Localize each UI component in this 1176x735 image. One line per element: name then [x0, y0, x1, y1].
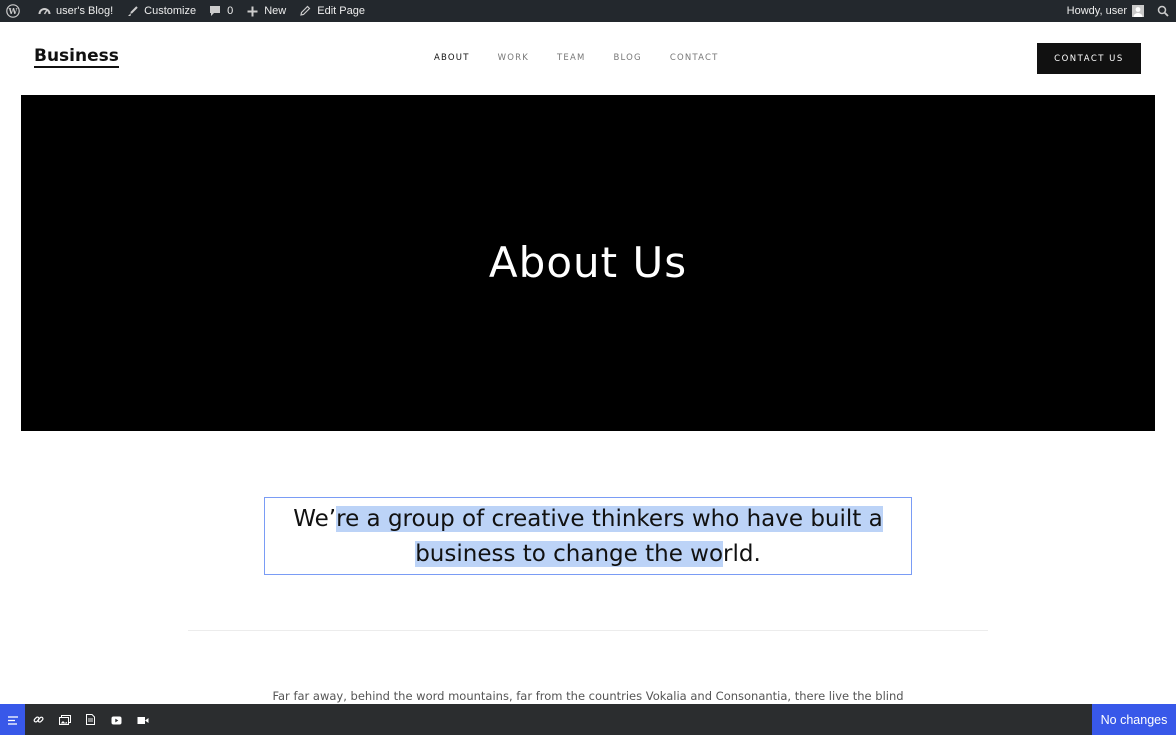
- video-tool-button[interactable]: [130, 704, 155, 735]
- admin-bar: W user's Blog! Customize 0 New Edit Page…: [0, 0, 1176, 22]
- gallery-icon: [58, 710, 71, 729]
- dashboard-icon: [37, 4, 51, 18]
- svg-text:W: W: [8, 6, 19, 16]
- youtube-icon: [111, 710, 122, 729]
- plus-icon: [245, 4, 259, 18]
- section-divider: [188, 630, 988, 631]
- comments-link[interactable]: 0: [202, 0, 239, 22]
- new-content-link[interactable]: New: [239, 0, 292, 22]
- main-navigation: ABOUT WORK TEAM BLOG CONTACT: [434, 53, 747, 63]
- edit-page-link[interactable]: Edit Page: [292, 0, 371, 22]
- comments-count: 0: [227, 5, 234, 17]
- youtube-tool-button[interactable]: [104, 704, 129, 735]
- customize-label: Customize: [144, 5, 197, 17]
- intro-text-end: rld.: [723, 541, 761, 567]
- nav-item-blog[interactable]: BLOG: [614, 53, 642, 63]
- editor-toolbar: No changes: [0, 704, 1176, 735]
- video-icon: [137, 710, 149, 729]
- nav-item-team[interactable]: TEAM: [557, 53, 586, 63]
- wordpress-icon: W: [6, 4, 20, 18]
- selected-text-line1: re a group of creative thinkers who have…: [336, 506, 883, 532]
- gallery-tool-button[interactable]: [52, 704, 77, 735]
- contact-us-button[interactable]: CONTACT US: [1037, 43, 1141, 74]
- comment-icon: [208, 4, 222, 18]
- site-name-link[interactable]: user's Blog!: [31, 0, 119, 22]
- account-menu[interactable]: Howdy, user: [1061, 0, 1150, 22]
- site-logo[interactable]: Business: [34, 46, 119, 68]
- text-icon: [7, 710, 18, 729]
- nav-item-about[interactable]: ABOUT: [434, 53, 470, 63]
- hero-title[interactable]: About Us: [489, 238, 687, 287]
- site-name-label: user's Blog!: [56, 5, 114, 17]
- link-icon: [33, 710, 44, 729]
- edit-page-label: Edit Page: [317, 5, 365, 17]
- site-header: Business ABOUT WORK TEAM BLOG CONTACT CO…: [0, 22, 1176, 95]
- intro-text-start: We’: [293, 506, 337, 532]
- selected-text-line2: business to change the wo: [415, 541, 724, 567]
- search-icon: [1156, 4, 1170, 18]
- file-icon: [86, 710, 95, 729]
- customize-link[interactable]: Customize: [119, 0, 202, 22]
- nav-item-contact[interactable]: CONTACT: [670, 53, 719, 63]
- new-label: New: [264, 5, 287, 17]
- avatar: [1132, 5, 1144, 17]
- text-tool-button[interactable]: [0, 704, 25, 735]
- pencil-icon: [298, 4, 312, 18]
- body-paragraph[interactable]: Far far away, behind the word mountains,…: [0, 689, 1176, 703]
- howdy-label: Howdy, user: [1066, 5, 1127, 17]
- link-tool-button[interactable]: [26, 704, 51, 735]
- hero-banner: About Us: [21, 95, 1155, 431]
- intro-heading[interactable]: We’re a group of creative thinkers who h…: [264, 497, 912, 575]
- wordpress-logo-button[interactable]: W: [0, 0, 31, 22]
- save-status-button[interactable]: No changes: [1092, 704, 1176, 735]
- search-button[interactable]: [1150, 0, 1176, 22]
- nav-item-work[interactable]: WORK: [498, 53, 529, 63]
- file-tool-button[interactable]: [78, 704, 103, 735]
- paintbrush-icon: [125, 4, 139, 18]
